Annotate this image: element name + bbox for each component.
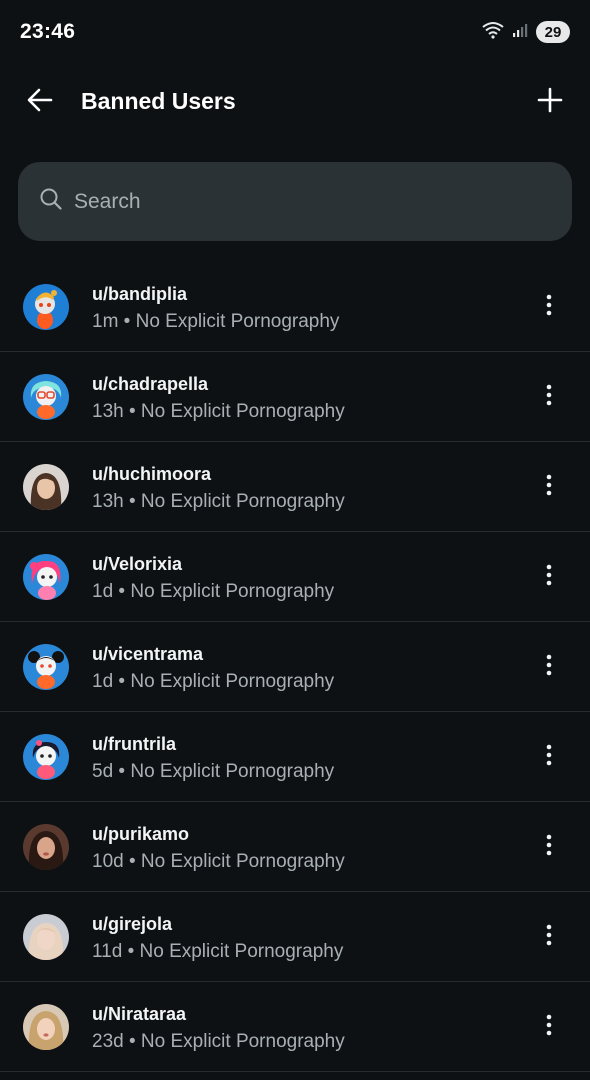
username[interactable]: u/purikamo	[92, 824, 189, 845]
more-vertical-icon	[546, 1014, 552, 1041]
list-item[interactable]: u/bandiplia 1m • No Explicit Pornography	[0, 262, 590, 352]
snoo-avatar[interactable]	[23, 374, 69, 420]
more-vertical-icon	[546, 834, 552, 861]
list-item[interactable]: u/fruntrila 5d • No Explicit Pornography	[0, 712, 590, 802]
more-options-button[interactable]	[534, 922, 564, 952]
app-header: Banned Users	[0, 64, 590, 140]
photo-avatar[interactable]	[23, 1004, 69, 1050]
snoo-avatar[interactable]	[23, 734, 69, 780]
more-vertical-icon	[546, 564, 552, 591]
username[interactable]: u/chadrapella	[92, 374, 208, 395]
wifi-icon	[482, 21, 504, 44]
more-vertical-icon	[546, 654, 552, 681]
more-options-button[interactable]	[534, 742, 564, 772]
more-vertical-icon	[546, 474, 552, 501]
status-time: 23:46	[20, 20, 76, 43]
more-vertical-icon	[546, 924, 552, 951]
snoo-avatar[interactable]	[23, 644, 69, 690]
username[interactable]: u/girejola	[92, 914, 172, 935]
username[interactable]: u/Nirataraa	[92, 1004, 186, 1025]
add-banned-user-button[interactable]	[530, 82, 570, 122]
photo-avatar[interactable]	[23, 464, 69, 510]
more-options-button[interactable]	[534, 1012, 564, 1042]
status-icons: 29	[482, 20, 570, 44]
status-bar: 23:46 29	[0, 0, 590, 64]
ban-details: 1d • No Explicit Pornography	[92, 581, 335, 602]
username[interactable]: u/Velorixia	[92, 554, 182, 575]
search-box[interactable]	[18, 162, 572, 241]
search-input[interactable]	[74, 189, 534, 214]
more-vertical-icon	[546, 384, 552, 411]
ban-details: 13h • No Explicit Pornography	[92, 491, 345, 512]
list-item[interactable]: u/chadrapella 13h • No Explicit Pornogra…	[0, 352, 590, 442]
list-item[interactable]: u/girejola 11d • No Explicit Pornography	[0, 892, 590, 982]
signal-icon	[512, 22, 528, 43]
search-icon	[40, 188, 62, 215]
ban-details: 1d • No Explicit Pornography	[92, 671, 335, 692]
photo-avatar[interactable]	[23, 914, 69, 960]
banned-users-list: u/bandiplia 1m • No Explicit Pornography…	[0, 262, 590, 1072]
more-options-button[interactable]	[534, 652, 564, 682]
arrow-left-icon	[26, 86, 54, 119]
more-vertical-icon	[546, 744, 552, 771]
list-item[interactable]: u/Nirataraa 23d • No Explicit Pornograph…	[0, 982, 590, 1072]
more-options-button[interactable]	[534, 382, 564, 412]
ban-details: 13h • No Explicit Pornography	[92, 401, 345, 422]
more-options-button[interactable]	[534, 472, 564, 502]
more-options-button[interactable]	[534, 832, 564, 862]
back-button[interactable]	[20, 82, 60, 122]
list-item[interactable]: u/purikamo 10d • No Explicit Pornography	[0, 802, 590, 892]
username[interactable]: u/fruntrila	[92, 734, 176, 755]
list-item[interactable]: u/Velorixia 1d • No Explicit Pornography	[0, 532, 590, 622]
page-title: Banned Users	[81, 88, 236, 114]
username[interactable]: u/bandiplia	[92, 284, 187, 305]
list-item[interactable]: u/huchimoora 13h • No Explicit Pornograp…	[0, 442, 590, 532]
snoo-avatar[interactable]	[23, 284, 69, 330]
ban-details: 1m • No Explicit Pornography	[92, 311, 340, 332]
ban-details: 11d • No Explicit Pornography	[92, 941, 344, 962]
list-item[interactable]: u/vicentrama 1d • No Explicit Pornograph…	[0, 622, 590, 712]
username[interactable]: u/huchimoora	[92, 464, 211, 485]
more-options-button[interactable]	[534, 562, 564, 592]
battery-indicator: 29	[536, 21, 570, 43]
more-options-button[interactable]	[534, 292, 564, 322]
plus-icon	[537, 87, 563, 118]
more-vertical-icon	[546, 294, 552, 321]
snoo-avatar[interactable]	[23, 554, 69, 600]
ban-details: 10d • No Explicit Pornography	[92, 851, 345, 872]
photo-avatar[interactable]	[23, 824, 69, 870]
ban-details: 5d • No Explicit Pornography	[92, 761, 335, 782]
ban-details: 23d • No Explicit Pornography	[92, 1031, 345, 1052]
username[interactable]: u/vicentrama	[92, 644, 203, 665]
